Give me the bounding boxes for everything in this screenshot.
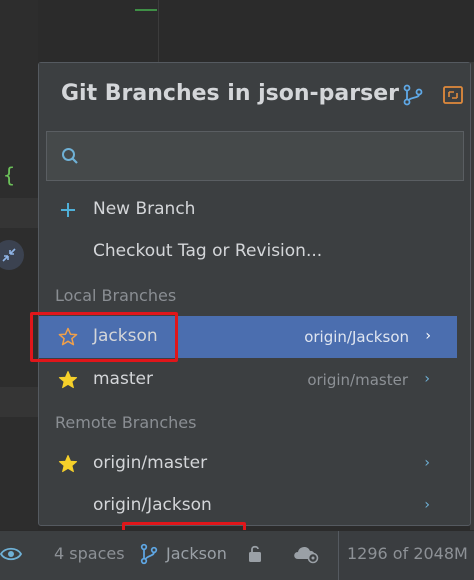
git-branch-widget[interactable]: Jackson bbox=[166, 544, 227, 563]
chevron-right-icon: › bbox=[425, 328, 431, 344]
remote-branches-header: Remote Branches bbox=[55, 413, 197, 432]
branch-item-origin-jackson[interactable]: origin/Jackson › bbox=[39, 485, 470, 527]
branch-item-origin-master[interactable]: origin/master › bbox=[39, 443, 470, 485]
editor-area bbox=[38, 0, 474, 62]
branch-name: origin/Jackson bbox=[93, 495, 212, 515]
plus-icon bbox=[57, 199, 79, 221]
brace-glyph: { bbox=[3, 163, 16, 187]
cloud-settings-icon[interactable] bbox=[292, 543, 320, 569]
star-filled-icon bbox=[57, 369, 79, 391]
branch-graph-icon[interactable] bbox=[401, 83, 425, 107]
local-branches-header: Local Branches bbox=[55, 286, 177, 305]
new-branch-label: New Branch bbox=[93, 199, 196, 219]
highlight-box bbox=[30, 312, 178, 362]
expand-icon[interactable] bbox=[441, 83, 465, 107]
checkout-tag-label: Checkout Tag or Revision... bbox=[93, 241, 323, 261]
chevron-right-icon: › bbox=[424, 371, 430, 387]
chevron-right-icon: › bbox=[424, 497, 430, 513]
status-bar: 4 spaces Jackson 1296 of 2048M bbox=[0, 530, 474, 580]
popup-header: Git Branches in json-parser bbox=[39, 63, 470, 127]
search-input[interactable] bbox=[91, 142, 455, 172]
indent-widget[interactable]: 4 spaces bbox=[54, 544, 125, 563]
git-branch-icon bbox=[140, 543, 158, 569]
branch-name: origin/master bbox=[93, 453, 208, 473]
editor-line-highlight bbox=[0, 198, 38, 228]
editor-change-marker bbox=[135, 9, 157, 11]
new-branch-item[interactable]: New Branch bbox=[39, 189, 470, 231]
branch-item-master[interactable]: master origin/master › bbox=[39, 359, 470, 401]
popup-title: Git Branches in json-parser bbox=[61, 81, 399, 106]
memory-label: 1296 of 2048M bbox=[347, 544, 468, 563]
tracking-branch: origin/master bbox=[307, 371, 408, 389]
checkout-tag-item[interactable]: Checkout Tag or Revision... bbox=[39, 231, 470, 273]
search-icon bbox=[62, 148, 78, 164]
tracking-branch: origin/Jackson bbox=[304, 328, 409, 346]
editor-divider bbox=[158, 0, 159, 62]
lock-icon[interactable] bbox=[247, 544, 263, 568]
star-filled-icon bbox=[57, 453, 79, 475]
search-field[interactable] bbox=[46, 131, 464, 181]
git-branches-popup: Git Branches in json-parser New Branch C… bbox=[38, 62, 471, 526]
memory-indicator[interactable]: 1296 of 2048M bbox=[338, 531, 474, 580]
chevron-right-icon: › bbox=[424, 455, 430, 471]
branch-name: master bbox=[93, 369, 153, 389]
eye-icon[interactable] bbox=[0, 543, 23, 569]
editor-line-highlight bbox=[0, 387, 38, 417]
